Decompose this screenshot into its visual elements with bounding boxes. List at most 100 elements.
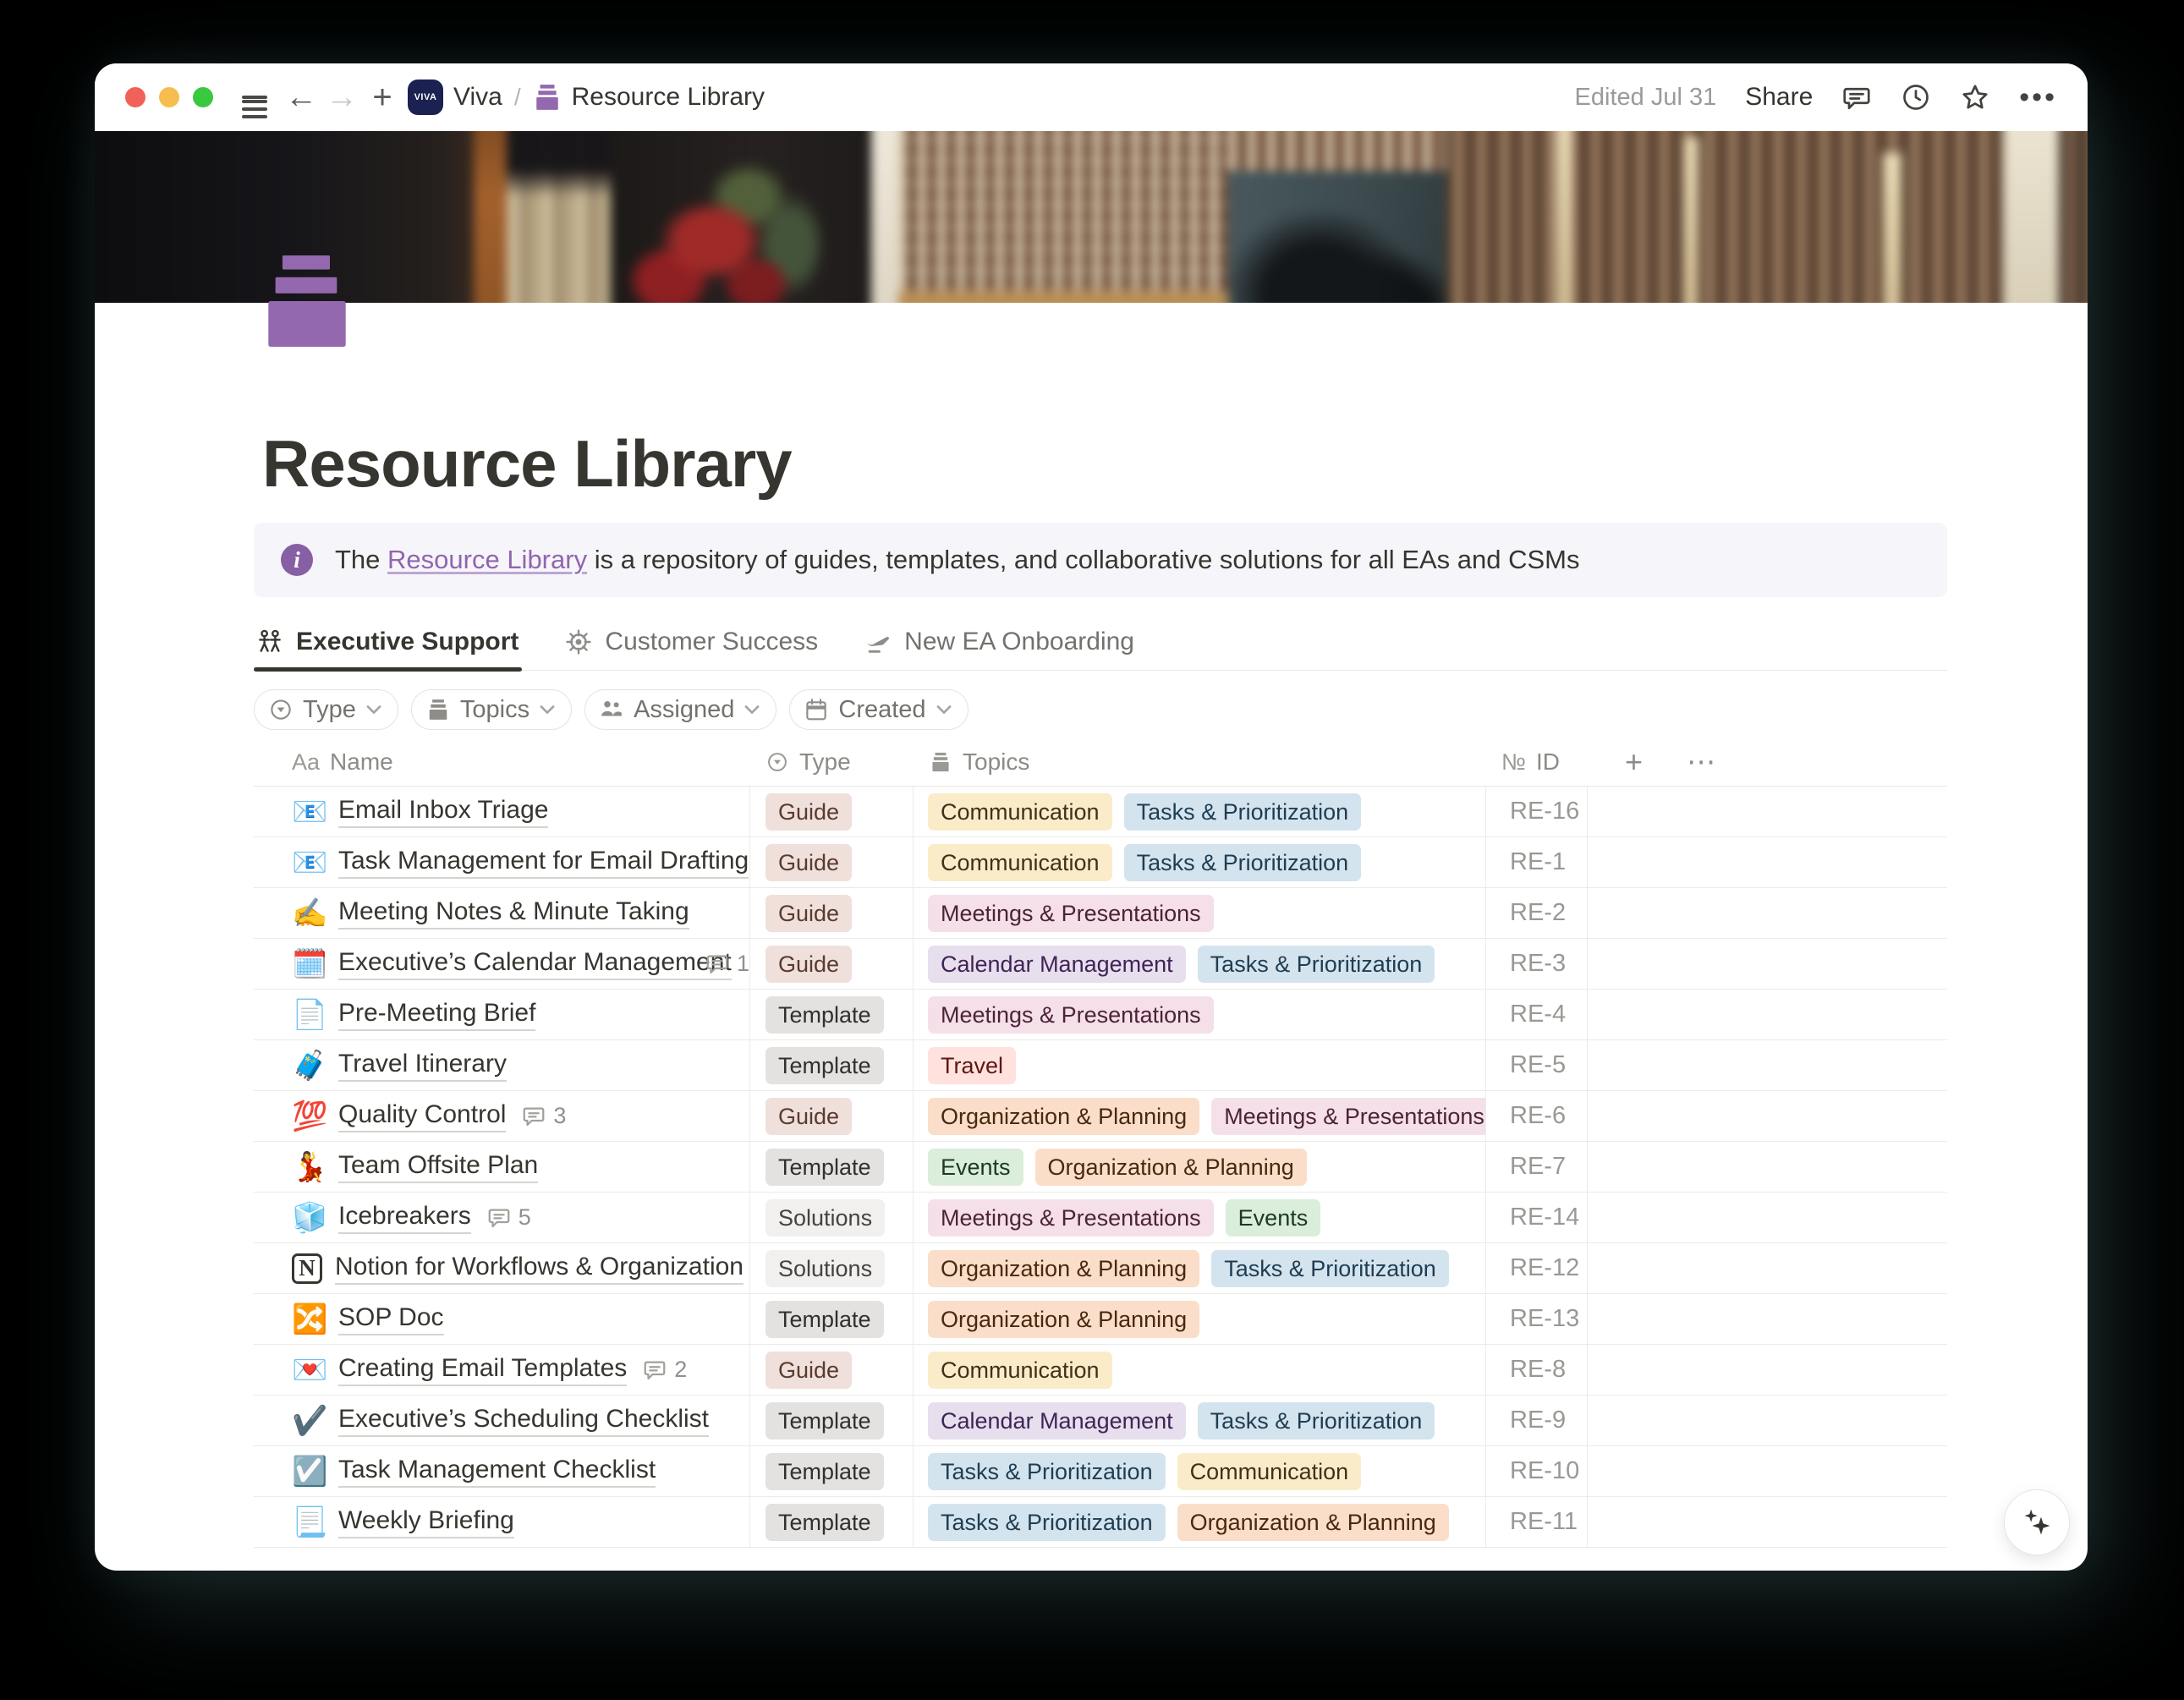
e-mail-icon: 📧 <box>292 848 326 877</box>
traffic-lights <box>125 87 213 107</box>
row-id: RE-4 <box>1510 1001 1566 1028</box>
row-name-link[interactable]: 🗓️ Executive’s Calendar Management <box>292 948 689 980</box>
row-id: RE-11 <box>1510 1508 1578 1536</box>
add-column-button[interactable]: + <box>1603 744 1643 780</box>
chevron-down-icon <box>936 701 952 718</box>
resource-library-link[interactable]: Resource Library <box>387 545 587 574</box>
row-name-link[interactable]: 💌 Creating Email Templates <box>292 1354 627 1386</box>
topic-tag: Tasks & Prioritization <box>928 1453 1166 1490</box>
breadcrumb-separator: / <box>514 84 521 111</box>
table-body: 📧 Email Inbox Triage Guide Communication… <box>254 787 1947 1548</box>
topics-cell: Meetings & Presentations <box>914 990 1486 1039</box>
topics-cell: Tasks & PrioritizationCommunication <box>914 1446 1486 1496</box>
share-button[interactable]: Share <box>1745 83 1813 112</box>
row-name-link[interactable]: 💃 Team Offsite Plan <box>292 1151 538 1183</box>
type-tag: Template <box>765 996 884 1034</box>
comment-badge[interactable]: 1 <box>705 951 749 977</box>
table-row: ✍️ Meeting Notes & Minute Taking Guide M… <box>254 888 1947 939</box>
back-arrow-icon[interactable]: ← <box>281 81 321 113</box>
chevron-down-icon <box>744 701 760 718</box>
row-name-link[interactable]: ✔️ Executive’s Scheduling Checklist <box>292 1405 709 1437</box>
topics-cell: Meetings & Presentations <box>914 888 1486 938</box>
callout-text: The Resource Library is a repository of … <box>335 545 1580 575</box>
topics-cell: Communication <box>914 1345 1486 1395</box>
table-row: ☑️ Task Management Checklist Template Ta… <box>254 1446 1947 1497</box>
topic-tag: Meetings & Presentations <box>928 895 1214 932</box>
row-name-link[interactable]: N Notion for Workflows & Organization <box>292 1253 744 1285</box>
comment-badge[interactable]: 2 <box>642 1357 687 1383</box>
tab-executive-support[interactable]: Executive Support <box>254 624 522 670</box>
comments-icon[interactable] <box>1841 82 1872 112</box>
row-name-link[interactable]: 📃 Weekly Briefing <box>292 1506 514 1538</box>
filter-bar: Type Topics Assigned <box>254 689 1947 730</box>
check-box-icon: ☑️ <box>292 1457 326 1486</box>
history-clock-icon[interactable] <box>1901 82 1931 112</box>
new-tab-button[interactable]: + <box>362 79 403 117</box>
type-tag: Solutions <box>765 1250 885 1287</box>
favorite-star-icon[interactable] <box>1960 82 1990 112</box>
row-name-link[interactable]: 💯 Quality Control <box>292 1100 506 1132</box>
info-icon: i <box>281 544 313 576</box>
page-archive-icon[interactable] <box>265 255 349 347</box>
row-name-link[interactable]: 🧳 Travel Itinerary <box>292 1050 507 1082</box>
topic-tag: Communication <box>928 793 1112 831</box>
column-header-topics[interactable]: Topics <box>914 749 1486 776</box>
topic-tag: Events <box>1226 1199 1321 1237</box>
filter-type[interactable]: Type <box>254 689 398 730</box>
breadcrumb-workspace[interactable]: Viva <box>453 83 502 112</box>
tab-new-ea-onboarding[interactable]: New EA Onboarding <box>862 624 1138 670</box>
minimize-window-button[interactable] <box>159 87 179 107</box>
type-tag: Guide <box>765 895 852 932</box>
row-id: RE-6 <box>1510 1102 1566 1130</box>
row-id: RE-1 <box>1510 848 1566 876</box>
spiral-calendar-icon: 🗓️ <box>292 950 326 979</box>
topics-cell: CommunicationTasks & Prioritization <box>914 787 1486 836</box>
table-row: 📃 Weekly Briefing Template Tasks & Prior… <box>254 1497 1947 1548</box>
table-row: 💌 Creating Email Templates 2 Guide Commu… <box>254 1345 1947 1396</box>
comment-badge[interactable]: 5 <box>486 1204 531 1231</box>
tab-customer-success[interactable]: Customer Success <box>562 624 821 670</box>
row-name-link[interactable]: 🔀 SOP Doc <box>292 1303 444 1335</box>
filter-label: Type <box>303 696 356 724</box>
workspace-logo[interactable]: VIVA <box>408 80 443 115</box>
topic-tag: Meetings & Presentations <box>1211 1098 1486 1135</box>
topic-tag: Organization & Planning <box>928 1301 1199 1338</box>
table-row: ✔️ Executive’s Scheduling Checklist Temp… <box>254 1396 1947 1446</box>
page-title: Resource Library <box>262 427 1947 501</box>
tab-label: Customer Success <box>605 628 818 656</box>
cover-image[interactable] <box>95 131 2088 303</box>
chevron-down-icon <box>539 701 556 718</box>
row-name-link[interactable]: 📄 Pre-Meeting Brief <box>292 999 535 1031</box>
row-name-link[interactable]: ☑️ Task Management Checklist <box>292 1456 656 1488</box>
table-more-icon[interactable]: ⋯ <box>1653 745 1717 779</box>
topic-tag: Organization & Planning <box>928 1250 1199 1287</box>
notion-ai-button[interactable] <box>2004 1489 2070 1555</box>
close-window-button[interactable] <box>125 87 145 107</box>
type-tag: Template <box>765 1047 884 1084</box>
zoom-window-button[interactable] <box>193 87 213 107</box>
filter-created[interactable]: Created <box>789 689 968 730</box>
topics-cell: Tasks & PrioritizationOrganization & Pla… <box>914 1497 1486 1547</box>
row-name-link[interactable]: 📧 Task Management for Email Drafting <box>292 847 749 879</box>
check-mark-icon: ✔️ <box>292 1407 326 1435</box>
breadcrumb-page[interactable]: Resource Library <box>572 83 765 112</box>
sidebar-menu-icon[interactable] <box>235 78 274 117</box>
type-tag: Guide <box>765 1098 852 1135</box>
column-header-id[interactable]: № ID <box>1486 749 1588 776</box>
table-row: N Notion for Workflows & Organization So… <box>254 1243 1947 1294</box>
column-header-name[interactable]: Aa Name <box>254 749 750 776</box>
people-icon <box>255 628 284 656</box>
row-id: RE-14 <box>1510 1204 1579 1231</box>
comment-badge[interactable]: 3 <box>521 1103 566 1129</box>
row-id: RE-9 <box>1510 1407 1566 1434</box>
comment-count: 2 <box>674 1357 687 1383</box>
filter-assigned[interactable]: Assigned <box>584 689 776 730</box>
filter-topics[interactable]: Topics <box>411 689 572 730</box>
topics-cell: Organization & PlanningMeetings & Presen… <box>914 1091 1486 1141</box>
row-name-link[interactable]: 📧 Email Inbox Triage <box>292 796 548 828</box>
column-header-type[interactable]: Type <box>750 749 914 776</box>
row-name-link[interactable]: ✍️ Meeting Notes & Minute Taking <box>292 897 689 930</box>
shuffle-icon: 🔀 <box>292 1305 326 1334</box>
row-id: RE-16 <box>1510 798 1579 825</box>
row-name-link[interactable]: 🧊 Icebreakers <box>292 1202 471 1234</box>
